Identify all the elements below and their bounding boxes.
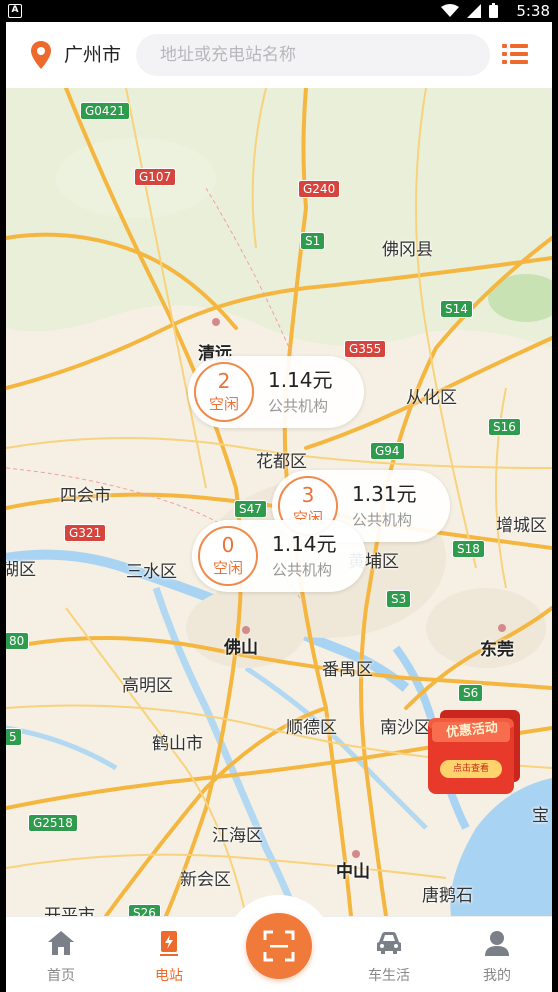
road-shield: G240 [298, 180, 341, 198]
wifi-icon [441, 3, 459, 17]
place-label: 佛山 [224, 638, 258, 658]
app-window: 广州市 地址或充电站名称 G0421 G107 G240 S1 S14 G355… [6, 22, 552, 992]
place-label: 佛冈县 [382, 240, 433, 260]
free-count: 3 [301, 483, 315, 507]
promo-action: 点击查看 [452, 764, 489, 774]
place-label: 唐鹅石 [422, 886, 473, 906]
place-label: 鹤山市 [152, 734, 203, 754]
location-pin-icon[interactable] [30, 40, 52, 70]
place-label: 高明区 [122, 676, 173, 696]
road-shield: S6 [458, 684, 484, 702]
free-label: 空闲 [212, 559, 243, 577]
tab-label: 电站 [155, 968, 183, 984]
promo-envelope-button[interactable]: 优惠活动 点击查看 [426, 702, 522, 798]
scan-icon [263, 930, 295, 962]
tab-car-life[interactable]: 车生活 [344, 917, 434, 992]
place-label: 番禺区 [322, 660, 373, 680]
free-count: 2 [217, 369, 231, 393]
city-selector[interactable]: 广州市 [64, 42, 121, 68]
free-count-badge: 2 空闲 [194, 362, 254, 422]
station-operator: 公共机构 [272, 561, 333, 579]
place-label: 江海区 [212, 826, 263, 846]
place-label: 中山 [336, 862, 370, 882]
station-price: 1.14元 [272, 532, 337, 556]
station-operator: 公共机构 [268, 397, 329, 415]
road-shield: 80 [6, 632, 30, 650]
station-price: 1.31元 [352, 482, 417, 506]
place-label: 新会区 [180, 870, 231, 890]
tab-label: 首页 [47, 968, 75, 984]
search-placeholder: 地址或充电站名称 [160, 45, 296, 65]
free-count: 0 [221, 533, 235, 557]
place-label: 东莞 [480, 640, 514, 660]
free-count-badge: 0 空闲 [198, 526, 258, 586]
profile-icon [485, 931, 509, 956]
road-shield: G107 [134, 168, 177, 186]
place-label: 顺德区 [286, 718, 337, 738]
tab-label: 车生活 [368, 968, 410, 984]
top-header: 广州市 地址或充电站名称 [6, 22, 552, 88]
station-operator: 公共机构 [352, 511, 413, 529]
road-shield: G2518 [28, 814, 78, 832]
place-label: 开平市 [44, 906, 95, 916]
status-time: 5:38 [516, 2, 550, 20]
road-shield: G321 [64, 524, 107, 542]
place-label: 三水区 [126, 562, 177, 582]
station-marker[interactable]: 0 空闲 1.14元 公共机构 [192, 520, 366, 592]
road-shield: S16 [488, 418, 521, 436]
tab-home[interactable]: 首页 [16, 917, 106, 992]
road-shield: S1 [300, 232, 326, 250]
place-label: 四会市 [60, 486, 111, 506]
signal-icon [467, 3, 481, 18]
search-input[interactable]: 地址或充电站名称 [136, 34, 490, 76]
scan-button[interactable] [246, 913, 312, 979]
road-shield: 5 [6, 728, 22, 746]
map-view[interactable]: G0421 G107 G240 S1 S14 G355 S16 G94 S47 … [6, 88, 552, 916]
list-view-icon[interactable] [502, 42, 528, 66]
place-label: 湖区 [6, 560, 36, 580]
place-label: 花都区 [256, 452, 307, 472]
road-shield: G0421 [80, 102, 130, 120]
free-label: 空闲 [208, 395, 239, 413]
car-icon [377, 932, 401, 954]
status-bar: A 5:38 [0, 0, 558, 22]
tab-label: 我的 [483, 968, 511, 984]
place-label: 从化区 [406, 388, 457, 408]
tab-station[interactable]: 电站 [124, 917, 214, 992]
station-price: 1.14元 [268, 368, 333, 392]
road-shield: S18 [452, 540, 485, 558]
station-marker[interactable]: 2 空闲 1.14元 公共机构 [188, 356, 364, 428]
road-shield: G94 [370, 442, 405, 460]
place-label: 南沙区 [380, 718, 431, 738]
road-shield: G355 [344, 340, 387, 358]
road-shield: S26 [128, 904, 161, 916]
battery-icon [489, 3, 498, 18]
place-label: 宝 [532, 806, 549, 826]
place-label: 增城区 [496, 516, 547, 536]
road-shield: S14 [440, 300, 473, 318]
station-icon [160, 931, 178, 956]
road-shield: S3 [386, 590, 412, 608]
road-shield: S47 [234, 500, 267, 518]
red-envelope-icon [428, 710, 520, 794]
bottom-tab-bar: 首页 电站 车生活 我的 [6, 895, 552, 992]
app-notification-icon: A [8, 4, 22, 18]
home-icon [48, 931, 74, 955]
tab-profile[interactable]: 我的 [452, 917, 542, 992]
